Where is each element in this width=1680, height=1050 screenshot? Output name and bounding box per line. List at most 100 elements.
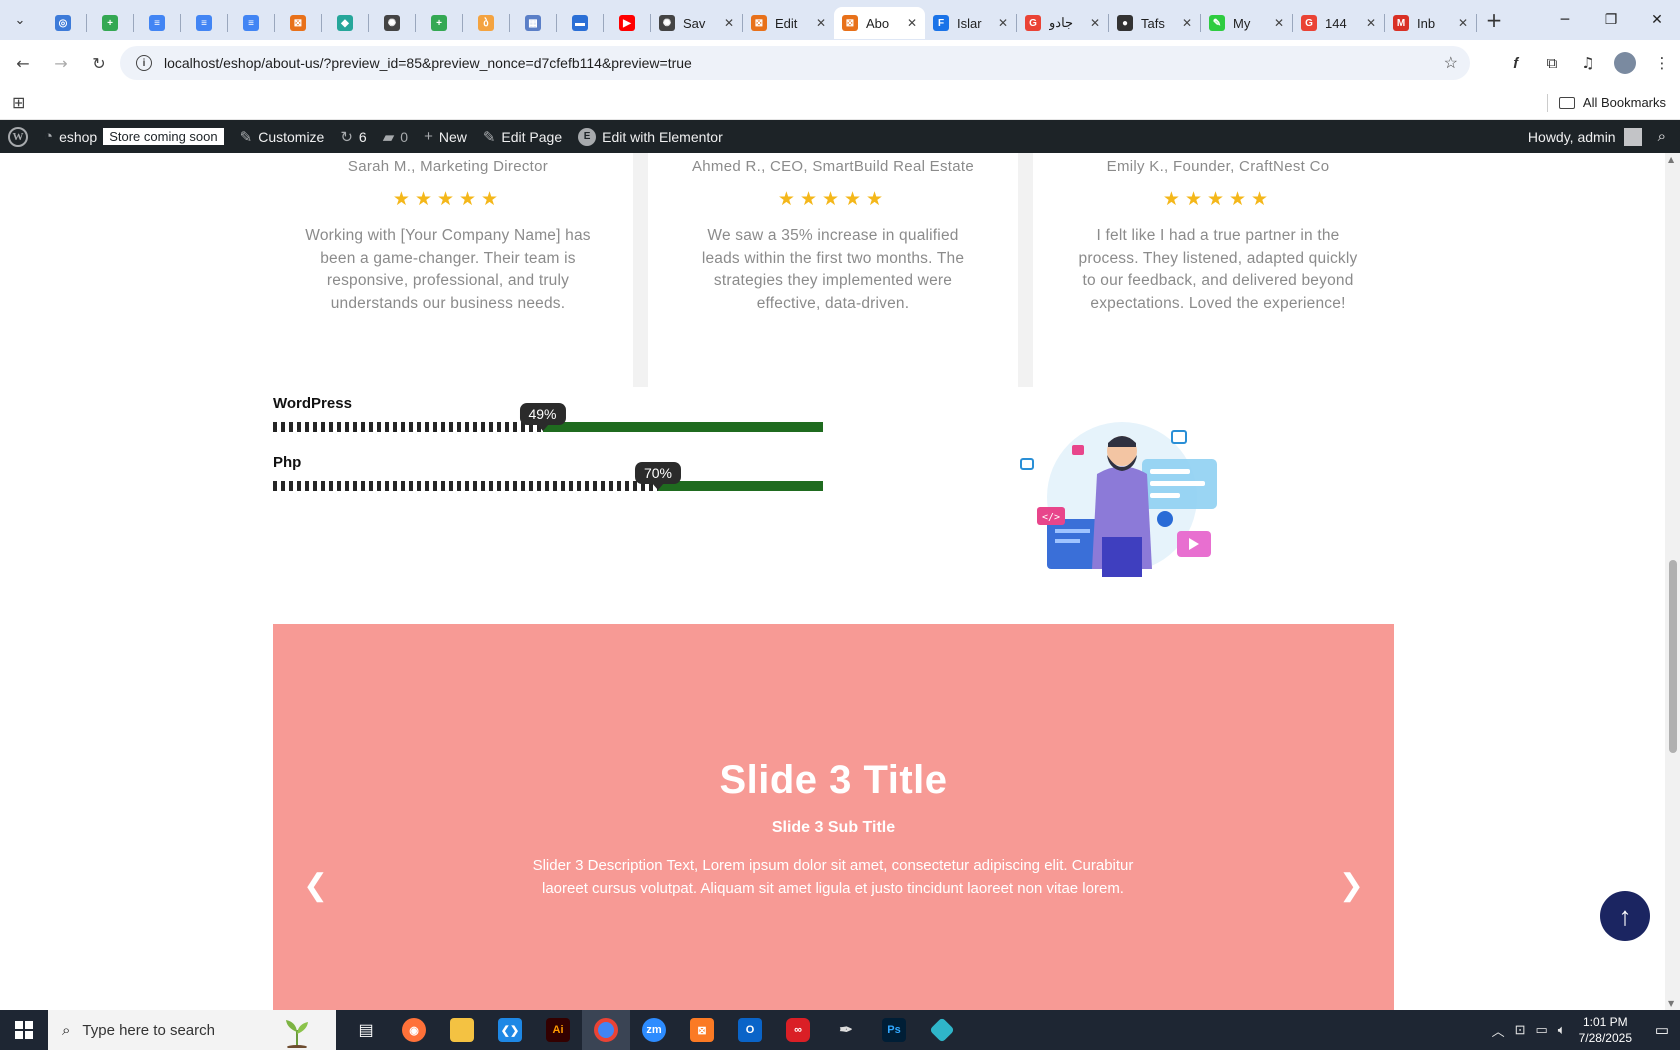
browser-tab[interactable]: ⊠ xyxy=(275,7,321,39)
scroll-down-arrow-icon[interactable]: ▼ xyxy=(1668,999,1674,1008)
pen-tool-icon: ✒ xyxy=(839,1022,853,1039)
forward-icon[interactable]: → xyxy=(46,48,76,78)
tab-search-chevron-icon[interactable]: ⌄ xyxy=(0,0,40,40)
new-tab-button[interactable]: + xyxy=(1477,0,1511,40)
browser-tab[interactable]: ▶ xyxy=(604,7,650,39)
close-window-icon[interactable]: ✕ xyxy=(1634,0,1680,40)
browser-tab[interactable]: ✎ My ✕ xyxy=(1201,7,1292,39)
browser-tab[interactable]: F Islar ✕ xyxy=(925,7,1016,39)
back-to-top-button[interactable]: ↑ xyxy=(1600,891,1650,941)
tab-title: Abo xyxy=(866,15,890,31)
taskbar-creative-cloud[interactable]: ∞ xyxy=(774,1010,822,1050)
bookmark-star-icon[interactable]: ☆ xyxy=(1444,53,1458,73)
scrollbar-thumb[interactable] xyxy=(1669,560,1677,753)
scroll-up-arrow-icon[interactable]: ▲ xyxy=(1668,155,1674,164)
taskbar-chrome[interactable] xyxy=(582,1010,630,1050)
browser-tab[interactable]: G جادو ✕ xyxy=(1017,7,1108,39)
new-label: New xyxy=(438,128,467,145)
customize-link[interactable]: ✎ Customize xyxy=(232,120,333,153)
site-info-icon[interactable]: i xyxy=(136,55,152,71)
taskbar-clock[interactable]: 1:01 PM 7/28/2025 xyxy=(1579,1014,1632,1046)
profile-avatar[interactable] xyxy=(1614,52,1636,74)
kebab-menu-icon[interactable]: ⋮ xyxy=(1644,45,1680,81)
browser-tab[interactable]: ✺ Sav ✕ xyxy=(651,7,742,39)
taskbar-outlook[interactable]: O xyxy=(726,1010,774,1050)
taskbar-tool[interactable]: ✒ xyxy=(822,1010,870,1050)
tab-close-icon[interactable]: ✕ xyxy=(998,16,1008,30)
edit-page-link[interactable]: ✎ Edit Page xyxy=(475,120,570,153)
browser-tab[interactable]: ● Tafs ✕ xyxy=(1109,7,1200,39)
taskbar-app-diamond[interactable] xyxy=(918,1010,966,1050)
new-content-link[interactable]: + New xyxy=(416,120,475,153)
task-view-button[interactable]: ▤ xyxy=(342,1010,390,1050)
tab-close-icon[interactable]: ✕ xyxy=(1458,16,1468,30)
site-name-link[interactable]: ◔ eshop Store coming soon xyxy=(36,120,232,153)
font-extension-icon[interactable]: 𝒇 xyxy=(1498,45,1534,81)
browser-tab[interactable]: ◆ xyxy=(322,7,368,39)
tab-title: Edit xyxy=(775,15,798,31)
browser-tab[interactable]: ⊠ Abo ✕ xyxy=(834,7,925,39)
edit-with-elementor-link[interactable]: E Edit with Elementor xyxy=(570,120,731,153)
slider-next-chevron-icon[interactable]: ❯ xyxy=(1339,868,1364,903)
taskbar-search-input[interactable]: ⌕ Type here to search xyxy=(48,1010,336,1050)
browser-tab[interactable]: ▬ xyxy=(557,7,603,39)
browser-tab[interactable]: ▦ xyxy=(510,7,556,39)
network-icon[interactable]: ▭ xyxy=(1536,1022,1548,1038)
toolbar-icons: 𝒇 ⧉ ♫ ⋮ xyxy=(1498,40,1680,86)
browser-tab[interactable]: M Inb ✕ xyxy=(1385,7,1476,39)
notifications-icon[interactable]: ▭ xyxy=(1644,1010,1680,1050)
url-input[interactable]: i localhost/eshop/about-us/?preview_id=8… xyxy=(120,46,1470,80)
taskbar-illustrator[interactable]: Ai xyxy=(534,1010,582,1050)
browser-tab[interactable]: ≡ xyxy=(181,7,227,39)
tab-close-icon[interactable]: ✕ xyxy=(1274,16,1284,30)
browser-tab[interactable]: ✺ xyxy=(369,7,415,39)
volume-icon[interactable]: 🔈︎ xyxy=(1558,1022,1566,1038)
browser-tab[interactable]: ≡ xyxy=(134,7,180,39)
browser-tab[interactable]: ⊠ Edit ✕ xyxy=(743,7,834,39)
skill-percent-tooltip: 49% xyxy=(519,403,566,431)
tray-overflow-chevron-icon[interactable]: ︿ xyxy=(1492,1021,1505,1040)
taskbar-zoom[interactable]: zm xyxy=(630,1010,678,1050)
wp-logo-button[interactable]: W xyxy=(0,120,36,153)
hero-slider[interactable]: ❮ Slide 3 Title Slide 3 Sub Title Slider… xyxy=(273,624,1394,1010)
taskbar-xampp[interactable]: ⊠ xyxy=(678,1010,726,1050)
taskbar-file-explorer[interactable] xyxy=(438,1010,486,1050)
page-scrollbar[interactable]: ▲ ▼ xyxy=(1665,153,1680,1010)
tab-close-icon[interactable]: ✕ xyxy=(907,16,917,30)
apps-grid-icon[interactable]: ⊞ xyxy=(12,93,25,112)
minimize-icon[interactable]: ─ xyxy=(1542,0,1588,40)
skill-progress-dashed xyxy=(273,481,658,491)
tab-close-icon[interactable]: ✕ xyxy=(724,16,734,30)
store-coming-soon-badge[interactable]: Store coming soon xyxy=(103,128,224,145)
restore-icon[interactable]: ❐ xyxy=(1588,0,1634,40)
media-controls-icon[interactable]: ♫ xyxy=(1570,45,1606,81)
tab-close-icon[interactable]: ✕ xyxy=(816,16,826,30)
tab-close-icon[interactable]: ✕ xyxy=(1366,16,1376,30)
extensions-puzzle-icon[interactable]: ⧉ xyxy=(1534,45,1570,81)
wp-search-button[interactable]: ⌕ xyxy=(1650,120,1680,153)
back-icon[interactable]: ← xyxy=(8,48,38,78)
taskbar-vscode[interactable]: ❮❯ xyxy=(486,1010,534,1050)
all-bookmarks-button[interactable]: All Bookmarks xyxy=(1558,95,1666,110)
browser-tab[interactable]: G 144 ✕ xyxy=(1293,7,1384,39)
window-controls: ─ ❐ ✕ xyxy=(1542,0,1680,40)
taskbar-firefox[interactable]: ◉ xyxy=(390,1010,438,1050)
account-menu[interactable]: Howdy, admin xyxy=(1520,120,1650,153)
browser-tab[interactable]: ბ xyxy=(463,7,509,39)
slider-prev-chevron-icon[interactable]: ❮ xyxy=(303,868,328,903)
tray-app-icon[interactable]: ⊡ xyxy=(1515,1022,1526,1038)
browser-tab[interactable]: ◎ xyxy=(40,7,86,39)
taskbar-photoshop[interactable]: Ps xyxy=(870,1010,918,1050)
browser-tab[interactable]: + xyxy=(87,7,133,39)
browser-tab[interactable]: + xyxy=(416,7,462,39)
tab-close-icon[interactable]: ✕ xyxy=(1182,16,1192,30)
reload-icon[interactable]: ↻ xyxy=(84,48,114,78)
updates-link[interactable]: ↻ 6 xyxy=(332,120,374,153)
chrome-icon xyxy=(594,1018,618,1042)
comments-link[interactable]: ▰ 0 xyxy=(375,120,416,153)
firefox-icon: ◉ xyxy=(402,1018,426,1042)
tab-title: Tafs xyxy=(1141,15,1165,31)
start-button[interactable] xyxy=(0,1010,48,1050)
browser-tab[interactable]: ≡ xyxy=(228,7,274,39)
tab-close-icon[interactable]: ✕ xyxy=(1090,16,1100,30)
